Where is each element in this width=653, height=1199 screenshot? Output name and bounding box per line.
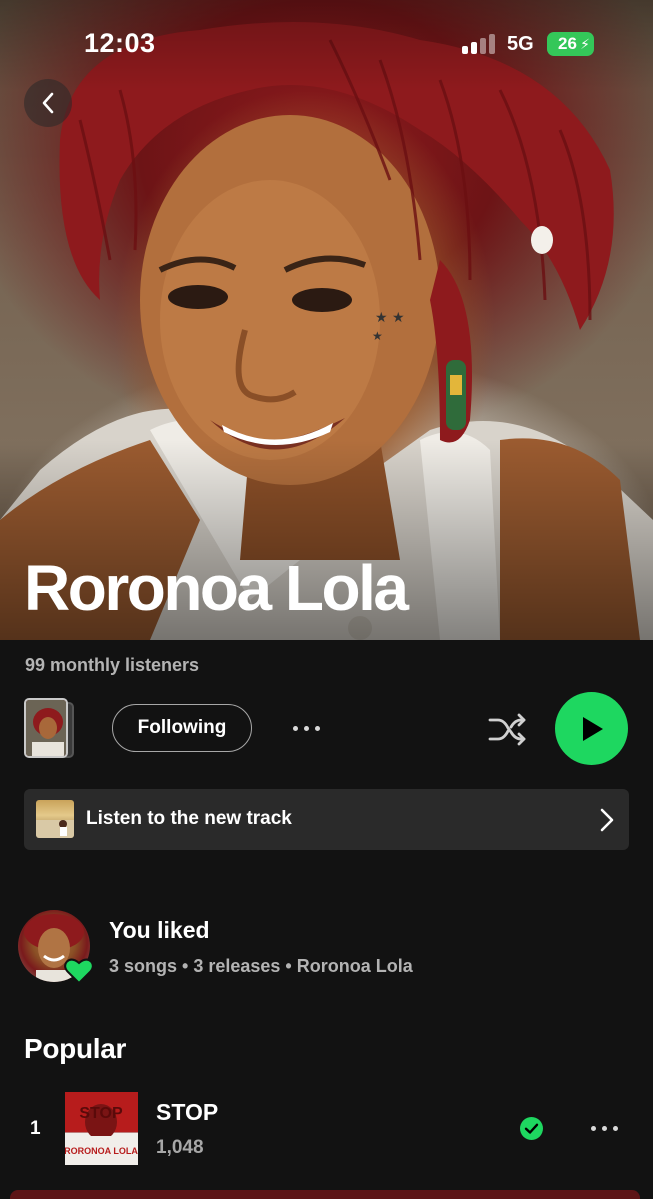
signal-strength-icon	[462, 34, 496, 54]
track-more-button[interactable]	[586, 1120, 622, 1136]
charging-bolt-icon: ⚡	[580, 36, 590, 52]
back-button[interactable]	[24, 79, 72, 127]
track-rank: 1	[30, 1118, 41, 1139]
track-play-count: 1,048	[156, 1137, 204, 1158]
track-row[interactable]: 1 STOP RORONOA LOLA STOP 1,048	[0, 1088, 653, 1168]
liked-subtitle: 3 songs • 3 releases • Roronoa Lola	[109, 956, 413, 976]
new-track-label: Listen to the new track	[86, 808, 292, 829]
play-button[interactable]	[555, 692, 628, 765]
artist-thumbnail-image	[26, 700, 66, 756]
shuffle-icon[interactable]	[486, 710, 528, 748]
artist-actions-bar: Following	[0, 690, 653, 766]
track-cover-artist: RORONOA LOLA	[65, 1146, 138, 1156]
new-track-promo[interactable]: Listen to the new track	[24, 789, 629, 850]
popular-heading: Popular	[24, 1033, 127, 1064]
battery-level: 26	[558, 34, 577, 53]
liked-title: You liked	[109, 917, 210, 943]
play-icon	[582, 716, 603, 741]
check-circle-icon[interactable]	[520, 1117, 543, 1140]
status-time: 12:03	[84, 28, 156, 58]
artist-header-image: ★ ★ ★	[0, 0, 653, 640]
battery-indicator: 26 ⚡	[547, 32, 594, 56]
network-type: 5G	[507, 33, 534, 55]
track-cover-title: STOP	[79, 1105, 123, 1122]
heart-icon	[64, 958, 94, 985]
chevron-left-icon	[42, 92, 54, 114]
artist-name: Roronoa Lola	[24, 552, 409, 624]
new-track-thumbnail	[36, 800, 74, 838]
svg-text:★: ★	[372, 329, 383, 343]
track-title: STOP	[156, 1099, 219, 1125]
more-options-button[interactable]	[286, 714, 326, 742]
track-cover: STOP RORONOA LOLA	[65, 1092, 138, 1165]
chevron-right-icon	[600, 808, 614, 832]
artist-preview-thumbnail[interactable]	[24, 698, 68, 758]
liked-songs-row[interactable]: You liked 3 songs • 3 releases • Roronoa…	[0, 905, 653, 990]
monthly-listeners: 99 monthly listeners	[25, 655, 200, 675]
svg-text:★ ★: ★ ★	[375, 310, 405, 326]
mini-player[interactable]	[10, 1190, 640, 1199]
following-button[interactable]: Following	[112, 704, 252, 752]
